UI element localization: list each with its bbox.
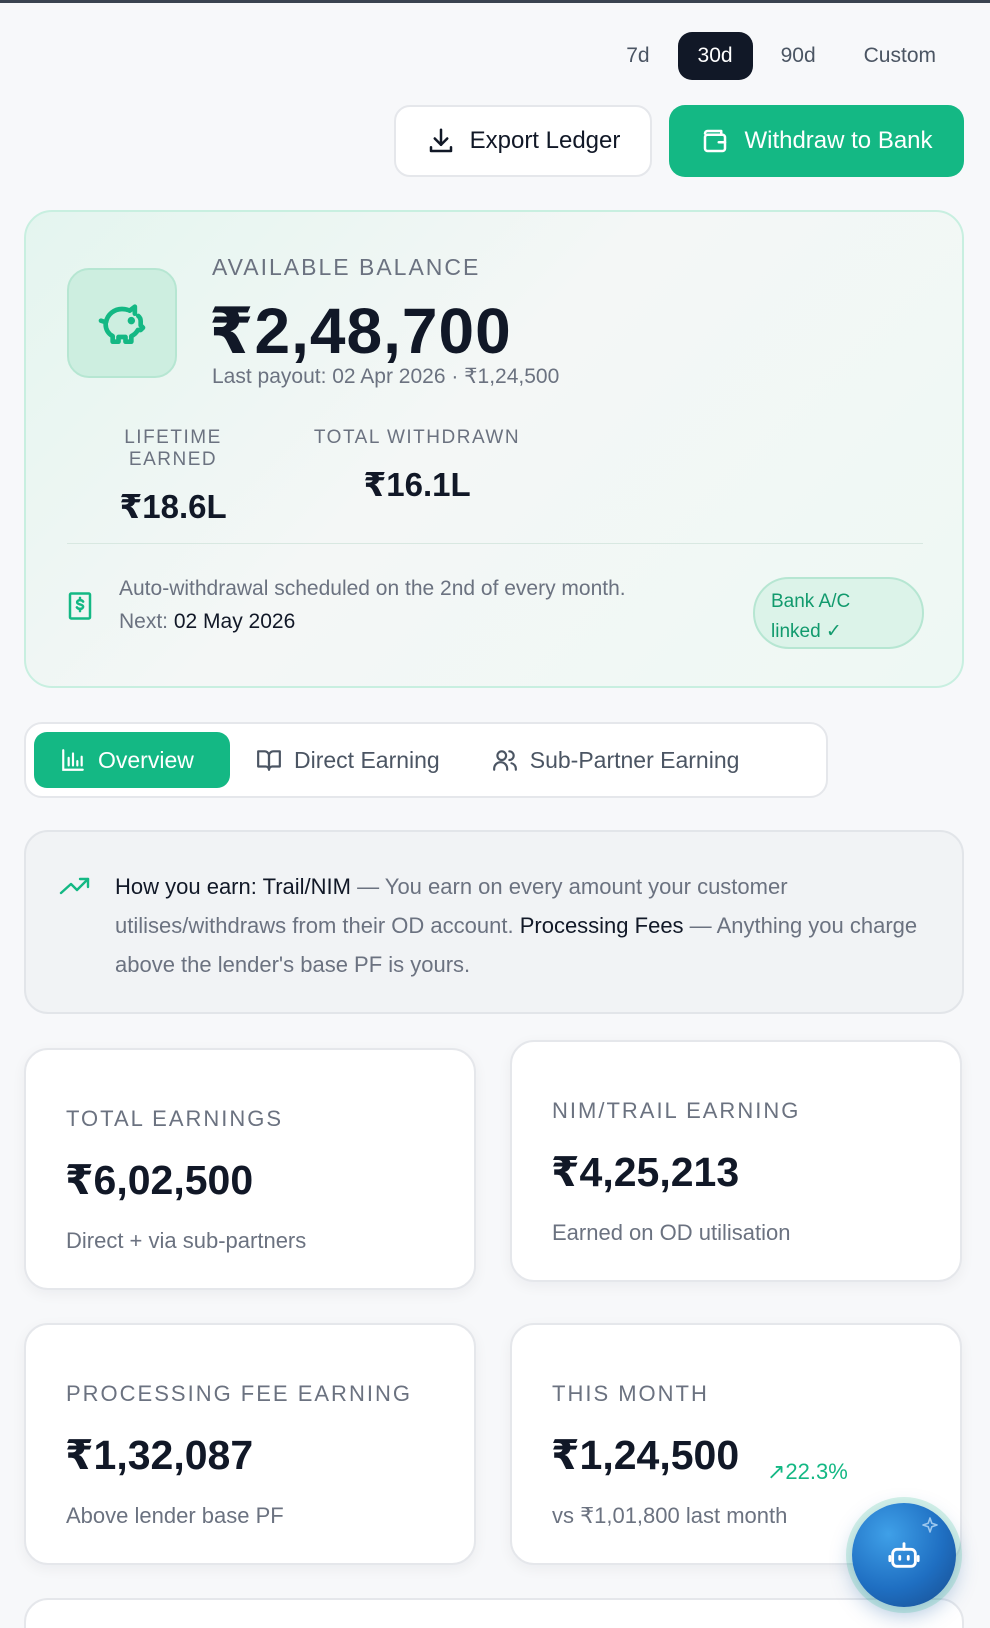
card-value: ₹4,25,213 — [551, 1149, 740, 1195]
last-payout-text: Last payout: 02 Apr 2026 · ₹1,24,500 — [212, 365, 560, 388]
ai-assistant-button[interactable] — [852, 1503, 956, 1607]
export-ledger-button[interactable]: Export Ledger — [394, 105, 652, 177]
export-ledger-label: Export Ledger — [469, 127, 621, 154]
users-icon — [492, 750, 517, 771]
download-icon — [429, 128, 452, 153]
robot-icon — [888, 1542, 920, 1568]
available-balance-label: AVAILABLE BALANCE — [212, 254, 481, 280]
period-tab-30d[interactable]: 30d — [677, 32, 753, 80]
next-withdrawal-date: 02 May 2026 — [173, 610, 296, 633]
period-switcher: 7d 30d 90d Custom — [606, 32, 956, 80]
top-border — [0, 0, 990, 3]
total-earnings-card: TOTAL EARNINGS ₹6,02,500 Direct + via su… — [24, 1048, 476, 1290]
withdraw-to-bank-button[interactable]: Withdraw to Bank — [669, 105, 964, 177]
auto-withdrawal-note: Auto-withdrawal scheduled on the 2nd of … — [119, 572, 626, 638]
action-bar: Export Ledger Withdraw to Bank — [394, 105, 964, 177]
next-withdrawal-line: Next: 02 May 2026 — [119, 605, 626, 638]
book-open-icon — [257, 750, 281, 771]
tab-sub-partner-earning[interactable]: Sub-Partner Earning — [466, 732, 766, 788]
period-tab-7d[interactable]: 7d — [606, 32, 669, 80]
bank-badge-line1: Bank A/C — [771, 591, 851, 612]
processing-fee-earning-card: PROCESSING FEE EARNING ₹1,32,087 Above l… — [24, 1323, 476, 1565]
balance-card: AVAILABLE BALANCE ₹2,48,700 Last payout:… — [24, 210, 964, 688]
tab-overview[interactable]: Overview — [34, 732, 230, 788]
nim-trail-earning-card: NIM/TRAIL EARNING ₹4,25,213 Earned on OD… — [510, 1040, 962, 1282]
month-change-badge: ↗22.3% — [767, 1459, 848, 1484]
card-label: THIS MONTH — [552, 1381, 709, 1406]
next-label: Next: — [119, 610, 169, 633]
lifetime-earned-value: ₹18.6L — [119, 488, 227, 525]
card-label: NIM/TRAIL EARNING — [552, 1098, 801, 1123]
tab-overview-label: Overview — [98, 746, 194, 773]
how-you-earn-info: How you earn: Trail/NIM — You earn on ev… — [24, 830, 964, 1014]
card-value: ₹1,32,087 — [65, 1432, 254, 1478]
card-label: TOTAL EARNINGS — [66, 1106, 284, 1131]
wallet-icon — [704, 129, 727, 153]
piggy-bank-tile — [67, 268, 177, 378]
receipt-dollar-icon — [68, 592, 92, 620]
card-value: ₹1,24,500 — [551, 1432, 740, 1478]
auto-withdrawal-text: Auto-withdrawal scheduled on the 2nd of … — [119, 577, 626, 600]
next-section-card — [24, 1598, 964, 1628]
card-value: ₹6,02,500 — [65, 1157, 254, 1203]
card-subtext: Earned on OD utilisation — [552, 1220, 791, 1245]
total-withdrawn-label: TOTAL WITHDRAWN — [313, 427, 521, 448]
total-withdrawn-value: ₹16.1L — [363, 466, 471, 503]
card-label: PROCESSING FEE EARNING — [66, 1381, 412, 1406]
withdraw-label: Withdraw to Bank — [744, 127, 933, 154]
how-you-earn-text: How you earn: Trail/NIM — You earn on ev… — [115, 867, 935, 984]
lifetime-earned-stat: LIFETIME EARNED ₹18.6L — [78, 427, 268, 526]
bank-linked-badge: Bank A/C linked ✓ — [753, 577, 924, 649]
earning-tabs: Overview Direct Earning Sub-Partner Earn… — [24, 722, 828, 798]
period-tab-90d[interactable]: 90d — [761, 32, 836, 80]
processing-fees-title: Processing Fees — [519, 913, 684, 938]
card-subtext: Above lender base PF — [66, 1503, 284, 1528]
tab-sub-partner-earning-label: Sub-Partner Earning — [529, 746, 740, 773]
available-balance-amount: ₹2,48,700 — [209, 295, 512, 367]
tab-direct-earning[interactable]: Direct Earning — [230, 732, 466, 788]
sparkle-icon — [922, 1517, 938, 1533]
tab-direct-earning-label: Direct Earning — [294, 746, 440, 773]
card-subtext: vs ₹1,01,800 last month — [552, 1503, 788, 1528]
piggy-bank-icon — [98, 304, 146, 344]
bar-chart-icon — [62, 749, 84, 771]
period-tab-custom[interactable]: Custom — [844, 32, 956, 80]
trail-nim-title: How you earn: Trail/NIM — [115, 874, 351, 899]
trending-up-icon — [59, 877, 90, 895]
card-subtext: Direct + via sub-partners — [66, 1228, 307, 1253]
lifetime-earned-label: LIFETIME EARNED — [124, 427, 222, 470]
total-withdrawn-stat: TOTAL WITHDRAWN ₹16.1L — [311, 427, 523, 504]
divider — [67, 543, 923, 544]
bank-badge-line2: linked ✓ — [771, 621, 842, 642]
